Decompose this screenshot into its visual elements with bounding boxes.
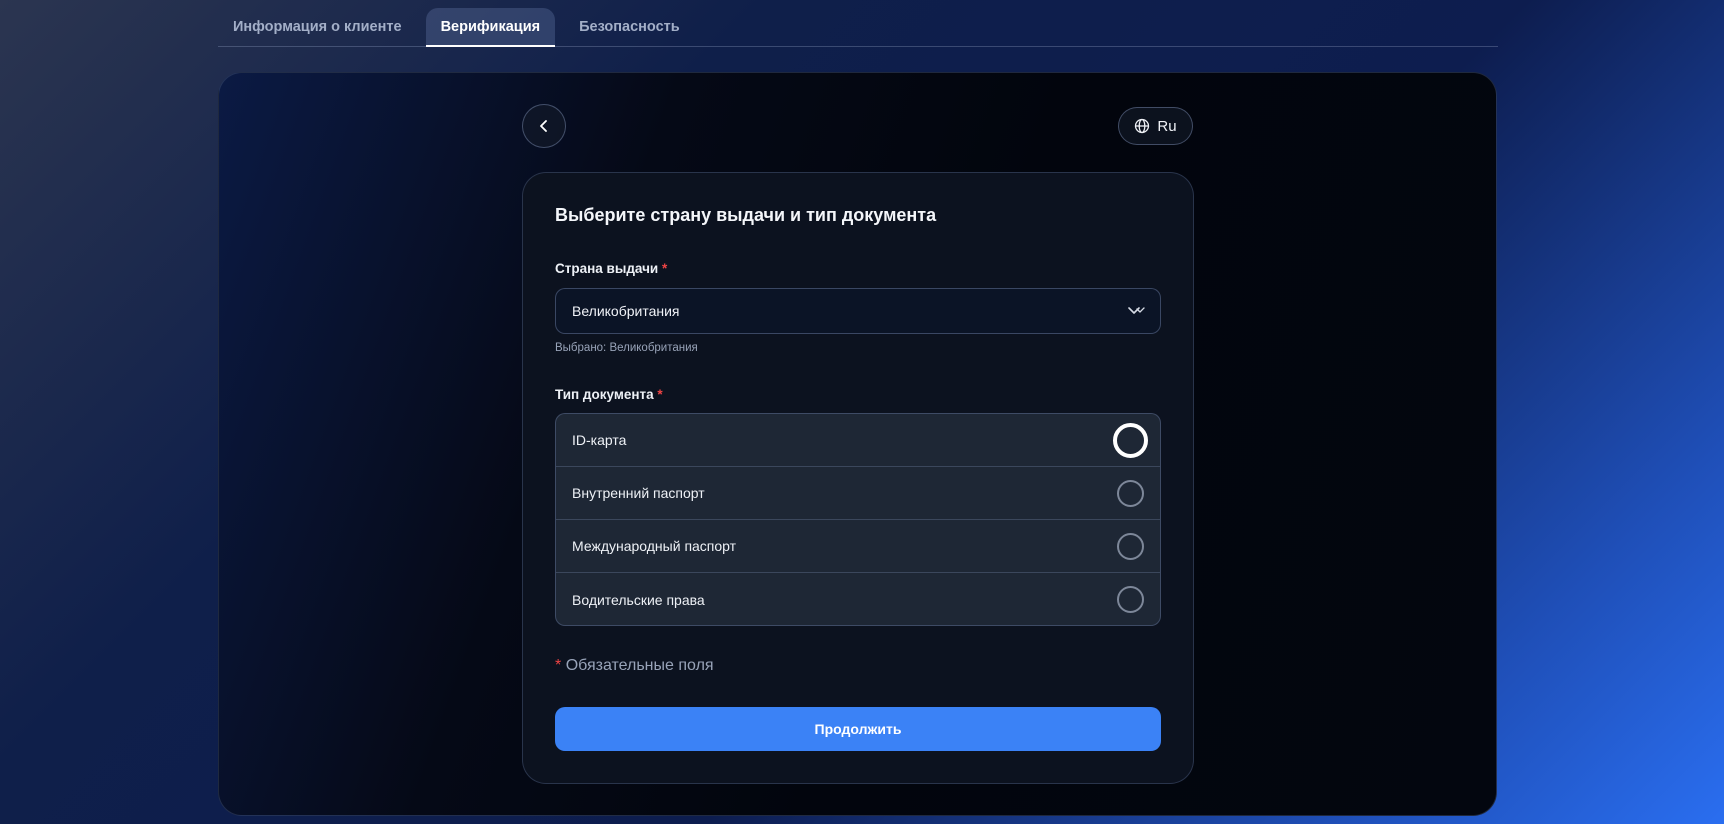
doc-type-option-internal-passport[interactable]: Внутренний паспорт (556, 467, 1160, 520)
back-button[interactable] (522, 104, 566, 148)
option-label: ID-карта (572, 432, 627, 448)
radio-button[interactable] (1117, 586, 1144, 613)
language-button[interactable]: Ru (1118, 107, 1193, 145)
continue-button[interactable]: Продолжить (555, 707, 1161, 751)
doc-type-option-id-card[interactable]: ID-карта (556, 414, 1160, 467)
doc-type-label: Тип документа * (555, 387, 663, 402)
country-select-value: Великобритания (572, 303, 680, 319)
required-fields-note: * Обязательные поля (555, 657, 714, 674)
doc-type-option-drivers-license[interactable]: Водительские права (556, 573, 1160, 625)
tab-client-info[interactable]: Информация о клиенте (218, 7, 417, 46)
required-asterisk: * (555, 657, 562, 674)
language-label: Ru (1157, 117, 1177, 135)
option-label: Водительские права (572, 591, 705, 608)
required-asterisk: * (657, 387, 663, 402)
card-title: Выберите страну выдачи и тип документа (555, 205, 937, 225)
country-label: Страна выдачи * (555, 261, 668, 276)
radio-button[interactable] (1117, 480, 1144, 507)
country-select[interactable]: Великобритания (555, 288, 1161, 334)
required-asterisk: * (662, 261, 668, 276)
verification-panel: Ru Выберите страну выдачи и тип документ… (218, 72, 1497, 816)
tab-bar: Информация о клиенте Верификация Безопас… (218, 8, 1498, 47)
option-label: Внутренний паспорт (572, 485, 705, 501)
chevron-down-icon (1128, 307, 1145, 314)
tab-security[interactable]: Безопасность (564, 7, 695, 46)
doc-type-radio-group: ID-карта Внутренний паспорт Международны… (555, 413, 1161, 626)
doc-type-option-international-passport[interactable]: Международный паспорт (556, 520, 1160, 573)
tab-verification[interactable]: Верификация (425, 8, 556, 47)
country-hint: Выбрано: Великобритания (555, 342, 698, 354)
radio-button[interactable] (1113, 423, 1148, 458)
globe-icon (1135, 118, 1150, 134)
option-label: Международный паспорт (572, 538, 737, 554)
document-selection-card: Выберите страну выдачи и тип документа С… (522, 172, 1194, 784)
radio-button[interactable] (1117, 533, 1144, 560)
chevron-left-icon (540, 120, 547, 132)
